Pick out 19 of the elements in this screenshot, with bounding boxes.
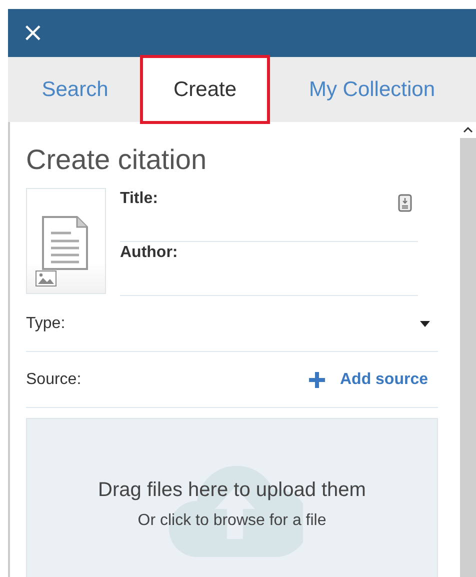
document-icon [41,215,89,271]
close-button[interactable]: × [18,20,48,46]
cover-thumbnail[interactable] [26,188,106,294]
scroll-up-icon[interactable] [463,127,473,133]
dropzone-subtitle: Or click to browse for a file [138,512,326,530]
add-source-link[interactable]: Add source [308,370,428,388]
field-label: Type: [26,314,66,332]
page-heading: Create citation [26,144,208,176]
type-dropdown[interactable]: Type: [26,296,438,352]
image-icon [35,270,57,287]
scrollbar[interactable] [460,122,476,577]
tab[interactable]: Create [142,57,268,122]
field-label: Title: [120,190,158,208]
plus-icon [308,370,326,388]
upload-dropzone[interactable]: Drag files here to upload them Or click to browse for a file [26,418,438,577]
dropzone-title: Drag files here to upload them [98,479,366,502]
field-label: Author: [120,244,178,262]
field-label: Source: [26,370,82,388]
caret-icon [420,320,430,326]
